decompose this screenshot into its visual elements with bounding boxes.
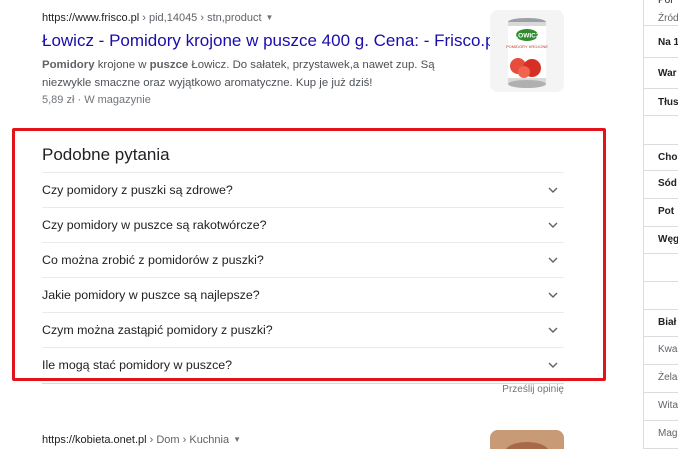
- panel-row: Tłus: [644, 90, 678, 116]
- food-photo-image: [490, 430, 564, 449]
- result-thumbnail[interactable]: [490, 430, 564, 449]
- chevron-down-icon[interactable]: [548, 290, 558, 300]
- result-url[interactable]: https://www.frisco.pl › pid,14045 › stn,…: [42, 10, 482, 26]
- paa-question[interactable]: Czym można zastąpić pomidory z puszki?: [42, 312, 564, 347]
- paa-question-text: Jakie pomidory w puszce są najlepsze?: [42, 288, 260, 302]
- search-result: https://www.frisco.pl › pid,14045 › stn,…: [42, 10, 498, 108]
- panel-row: War: [644, 61, 678, 89]
- panel-row: Biał: [644, 310, 678, 337]
- chevron-down-icon[interactable]: [548, 185, 558, 195]
- search-result: https://kobieta.onet.pl › Dom › Kuchnia ▼: [42, 432, 482, 448]
- product-caption-text: POMIDORY KROJONE: [506, 44, 548, 49]
- chevron-down-icon[interactable]: [548, 255, 558, 265]
- chevron-down-icon[interactable]: [548, 360, 558, 370]
- snippet-bold: Pomidory: [42, 59, 95, 71]
- chevron-down-icon[interactable]: [548, 220, 558, 230]
- panel-row: Kwa: [644, 337, 678, 365]
- result-rich-info: 5,89 zł · W magazynie: [42, 94, 151, 106]
- result-snippet: Pomidory krojone w puszce Łowicz. Do sał…: [42, 56, 482, 92]
- panel-row: Pot: [644, 199, 678, 227]
- panel-row: Węg: [644, 227, 678, 254]
- result-availability: W magazynie: [84, 94, 151, 106]
- snippet-text: krojone w: [94, 59, 150, 71]
- tomato-can-image: ŁOWICZ POMIDORY KROJONE: [490, 10, 564, 92]
- paa-question[interactable]: Ile mogą stać pomidory w puszce?: [42, 347, 564, 382]
- caret-down-icon[interactable]: ▼: [233, 435, 241, 444]
- paa-question-text: Co można zrobić z pomidorów z puszki?: [42, 253, 264, 267]
- feedback-link[interactable]: Prześlij opinię: [496, 384, 564, 395]
- paa-question[interactable]: Jakie pomidory w puszce są najlepsze?: [42, 277, 564, 312]
- panel-row: Na 1: [644, 30, 678, 58]
- panel-row: Sód: [644, 171, 678, 199]
- snippet-bold: puszce: [149, 59, 189, 71]
- knowledge-panel: Por Źród Na 1 War Tłus Cho Sód Pot Węg B…: [643, 0, 678, 449]
- panel-row: Cho: [644, 145, 678, 171]
- feedback-row: Prześlij opinię: [42, 383, 564, 397]
- result-domain: https://kobieta.onet.pl: [42, 434, 147, 446]
- product-thumbnail[interactable]: ŁOWICZ POMIDORY KROJONE: [490, 10, 564, 92]
- result-price: 5,89 zł: [42, 94, 75, 106]
- result-path: › pid,14045 › stn,product: [139, 12, 262, 24]
- paa-question-text: Czym można zastąpić pomidory z puszki?: [42, 323, 273, 337]
- caret-down-icon[interactable]: ▼: [266, 13, 274, 22]
- paa-question-text: Czy pomidory w puszce są rakotwórcze?: [42, 218, 267, 232]
- panel-row: Żela: [644, 365, 678, 393]
- panel-row: [644, 116, 678, 145]
- panel-row: Mag: [644, 421, 678, 449]
- chevron-down-icon[interactable]: [548, 325, 558, 335]
- panel-row: Źród: [644, 6, 678, 26]
- panel-row: [644, 282, 678, 310]
- paa-list: Czy pomidory z puszki są zdrowe? Czy pom…: [42, 172, 564, 382]
- paa-question-text: Ile mogą stać pomidory w puszce?: [42, 358, 233, 372]
- paa-title: Podobne pytania: [42, 145, 170, 164]
- paa-question[interactable]: Czy pomidory w puszce są rakotwórcze?: [42, 207, 564, 242]
- brand-logo-text: ŁOWICZ: [514, 33, 540, 40]
- panel-row: Wita: [644, 393, 678, 421]
- paa-question[interactable]: Co można zrobić z pomidorów z puszki?: [42, 242, 564, 277]
- result-domain: https://www.frisco.pl: [42, 12, 140, 24]
- paa-question[interactable]: Czy pomidory z puszki są zdrowe?: [42, 172, 564, 207]
- panel-row: [644, 254, 678, 282]
- result-url[interactable]: https://kobieta.onet.pl › Dom › Kuchnia ▼: [42, 432, 482, 448]
- result-title-link[interactable]: Łowicz - Pomidory krojone w puszce 400 g…: [42, 30, 498, 52]
- paa-question-text: Czy pomidory z puszki są zdrowe?: [42, 183, 233, 197]
- result-path: › Dom › Kuchnia: [146, 434, 230, 446]
